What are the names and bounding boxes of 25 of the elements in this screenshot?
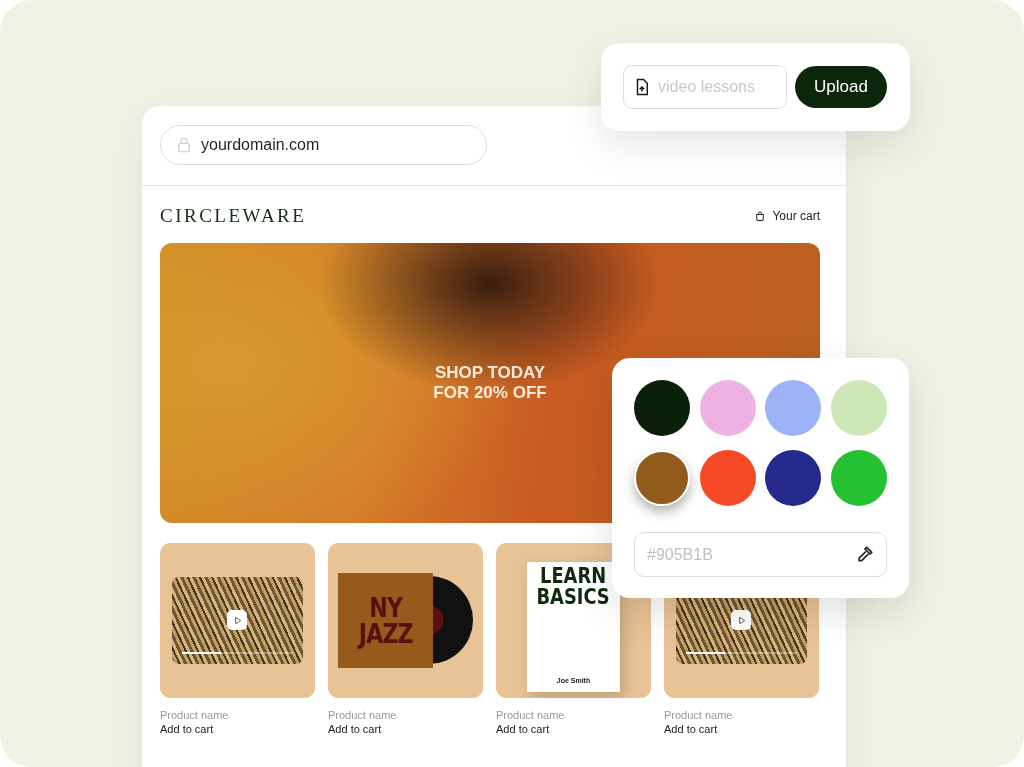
upload-button[interactable]: Upload bbox=[795, 66, 887, 108]
url-text: yourdomain.com bbox=[201, 135, 320, 155]
cart-link[interactable]: Your cart bbox=[754, 207, 820, 225]
product-tile[interactable] bbox=[160, 543, 315, 698]
add-to-cart-link[interactable]: Add to cart bbox=[160, 722, 315, 736]
eyedropper-icon bbox=[855, 544, 875, 564]
color-swatch[interactable] bbox=[765, 380, 821, 436]
color-swatch[interactable] bbox=[634, 450, 690, 506]
play-button[interactable] bbox=[227, 610, 247, 630]
lock-icon bbox=[175, 136, 193, 154]
add-to-cart-link[interactable]: Add to cart bbox=[328, 722, 483, 736]
color-swatch[interactable] bbox=[634, 380, 690, 436]
product-name: Product name bbox=[496, 708, 566, 722]
book-title: LEARN BASICS bbox=[536, 565, 611, 608]
color-swatch[interactable] bbox=[765, 450, 821, 506]
add-to-cart-link[interactable]: Add to cart bbox=[496, 722, 651, 736]
shopping-bag-icon bbox=[754, 210, 767, 222]
add-to-cart-link[interactable]: Add to cart bbox=[664, 722, 819, 736]
play-button[interactable] bbox=[731, 610, 751, 630]
hero-headline: SHOP TODAY FOR 20% OFF bbox=[433, 362, 547, 404]
album-title: NY JAZZ bbox=[358, 594, 413, 647]
product-name: Product name bbox=[664, 708, 734, 722]
product-name: Product name bbox=[160, 708, 230, 722]
product-name: Product name bbox=[328, 708, 398, 722]
store-logo[interactable]: CIRCLEWARE bbox=[160, 201, 307, 231]
